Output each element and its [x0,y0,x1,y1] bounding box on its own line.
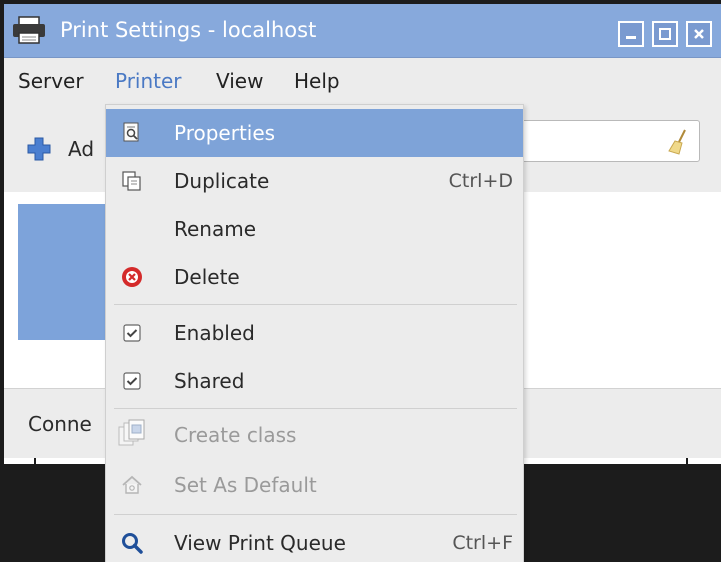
filter-input[interactable] [504,120,700,162]
printer-menu-dropdown: Properties Duplicate Ctrl+D Rename Delet… [105,104,524,562]
menu-help[interactable]: Help [294,58,340,104]
menu-label: Properties [174,121,276,145]
title-bar[interactable]: Print Settings - localhost [4,4,721,58]
menu-item-shared[interactable]: Shared [106,357,523,405]
create-class-icon [116,419,148,451]
menu-item-view-print-queue[interactable]: View Print Queue Ctrl+F [106,519,523,562]
print-settings-window: Print Settings - localhost Server Printe… [4,4,721,562]
shortcut-label: Ctrl+D [448,170,513,192]
plus-icon [26,136,52,167]
delete-icon [120,265,144,289]
printer-item-selected[interactable] [18,204,108,340]
menu-label: Duplicate [174,169,270,193]
menu-item-create-class[interactable]: Create class [106,411,523,459]
status-label: Conne [28,412,92,436]
add-button-label: Ad [68,137,95,161]
shortcut-label: Ctrl+F [452,532,513,554]
properties-icon [120,121,144,145]
menu-label: Rename [174,217,257,241]
menu-label: Set As Default [174,473,317,497]
menu-view[interactable]: View [216,58,263,104]
checkbox-checked-icon[interactable] [120,369,144,393]
menu-separator [114,408,517,409]
panel-divider-left [34,458,36,464]
panel-divider-right [686,458,688,464]
menu-item-rename[interactable]: Rename [106,205,523,253]
menu-item-properties[interactable]: Properties [106,109,523,157]
menu-item-set-as-default[interactable]: Set As Default [106,461,523,509]
clear-broom-icon[interactable] [667,129,689,160]
menu-label: Shared [174,369,245,393]
menu-separator [114,514,517,515]
maximize-button[interactable] [652,21,678,47]
menu-label: View Print Queue [174,531,346,555]
menu-server[interactable]: Server [18,58,84,104]
close-button[interactable] [686,21,712,47]
menu-item-enabled[interactable]: Enabled [106,309,523,357]
minimize-button[interactable] [618,21,644,47]
printer-app-icon [12,16,46,49]
menu-separator [114,304,517,305]
menu-item-delete[interactable]: Delete [106,253,523,301]
search-icon [120,531,144,555]
menu-item-duplicate[interactable]: Duplicate Ctrl+D [106,157,523,205]
menu-bar: Server Printer View Help [4,58,721,104]
menu-label: Create class [174,423,297,447]
home-icon [120,473,144,497]
menu-label: Delete [174,265,240,289]
menu-printer[interactable]: Printer [115,58,182,104]
duplicate-icon [120,169,144,193]
menu-label: Enabled [174,321,255,345]
window-title: Print Settings - localhost [60,18,317,42]
checkbox-checked-icon[interactable] [120,321,144,345]
